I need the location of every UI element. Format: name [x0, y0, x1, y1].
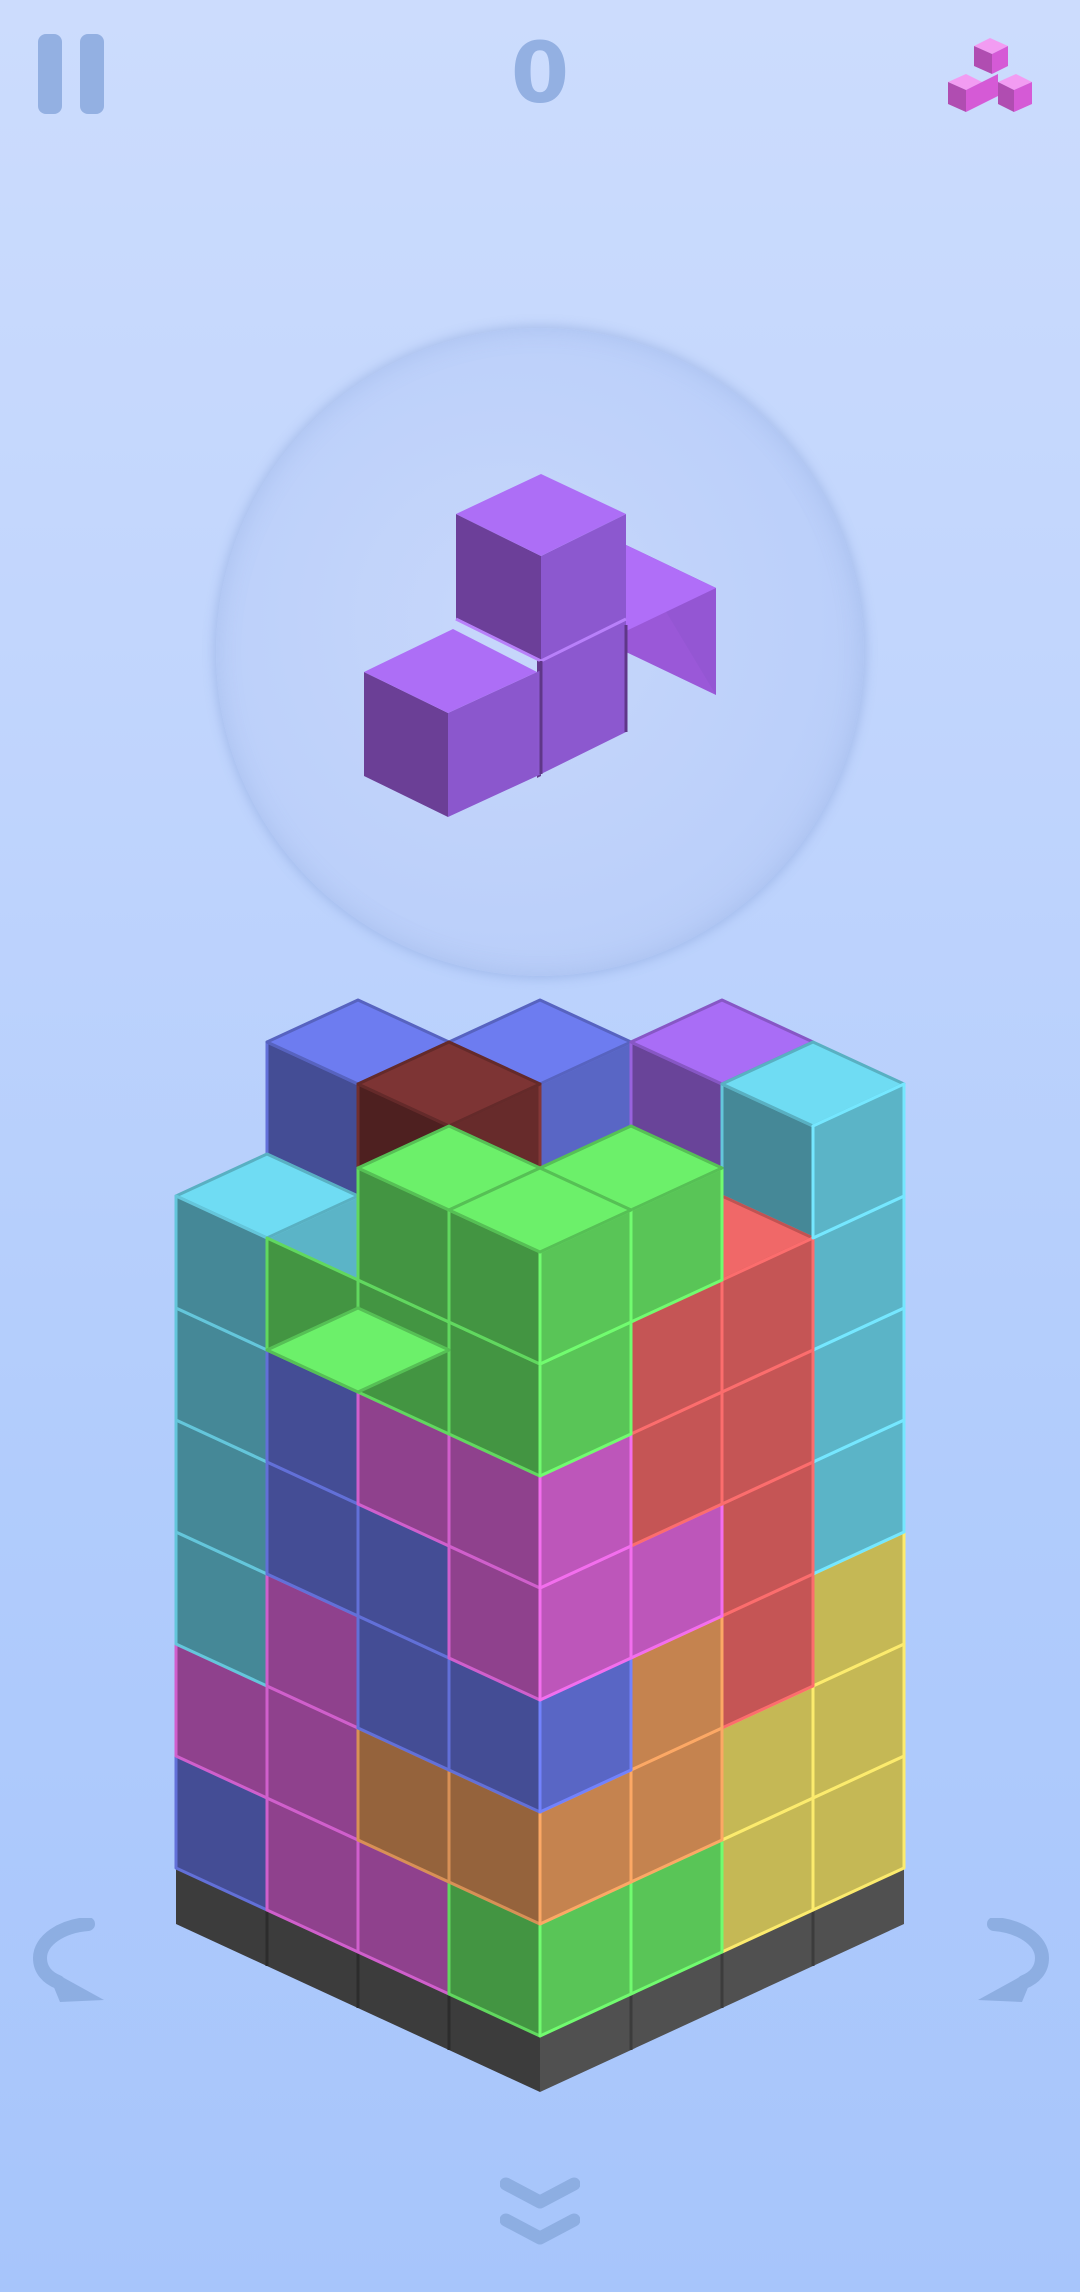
- rotate-left-arrow-icon[interactable]: [32, 1918, 108, 2004]
- rotate-right-arrow-icon[interactable]: [974, 1918, 1050, 2004]
- double-chevron-down-icon[interactable]: [500, 2176, 580, 2258]
- block-tower: [174, 998, 906, 2092]
